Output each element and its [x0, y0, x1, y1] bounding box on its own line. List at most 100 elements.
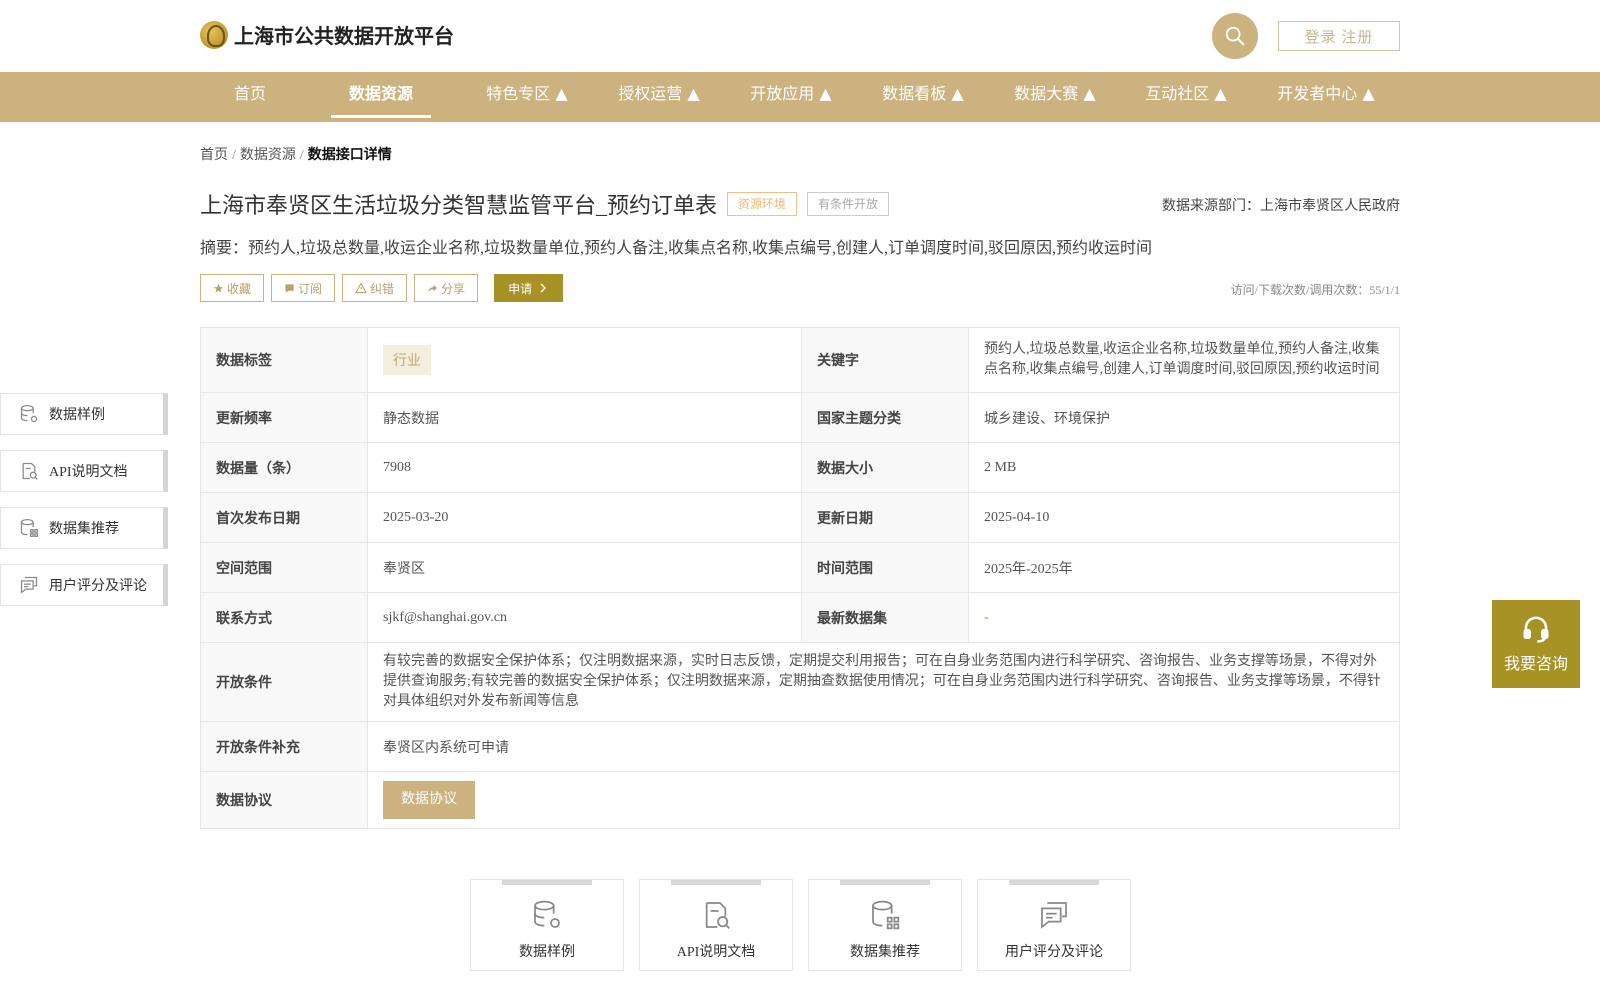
- field-key: 开放条件: [200, 642, 368, 722]
- site-title: 上海市公共数据开放平台: [234, 24, 454, 48]
- nav-item-community[interactable]: 互动社区 ▲: [1126, 72, 1246, 122]
- table-row: 数据协议 数据协议: [200, 771, 1400, 829]
- document-search-icon: [22, 462, 38, 480]
- breadcrumb-separator: /: [299, 148, 304, 163]
- field-value: 静态数据: [367, 392, 802, 443]
- consult-button[interactable]: 我要咨询: [1492, 600, 1580, 688]
- card-top-bar: [840, 880, 930, 885]
- comment-icon: [20, 576, 38, 594]
- consult-label: 我要咨询: [1503, 656, 1568, 673]
- favorite-label: 收藏: [227, 281, 252, 296]
- database-gear-icon: [534, 900, 560, 928]
- chevron-right-icon: [540, 283, 546, 293]
- breadcrumb-data-resources[interactable]: 数据资源: [240, 148, 296, 163]
- field-key: 时间范围: [801, 542, 969, 593]
- field-key: 首次发布日期: [200, 492, 368, 543]
- field-value: 2025-04-10: [968, 492, 1400, 543]
- card-dataset-recommend[interactable]: 数据集推荐: [808, 879, 962, 971]
- correct-error-button[interactable]: 纠错: [342, 274, 408, 302]
- nav-item-developer[interactable]: 开发者中心 ▲: [1258, 72, 1394, 122]
- contact-email[interactable]: sjkf@shanghai.gov.cn: [367, 592, 802, 643]
- field-value: 7908: [367, 442, 802, 493]
- card-api-doc[interactable]: API说明文档: [639, 879, 793, 971]
- table-row: 更新频率 静态数据 国家主题分类 城乡建设、环境保护: [200, 392, 1400, 443]
- database-grid-icon: [872, 900, 900, 930]
- field-key: 关键字: [801, 327, 969, 393]
- favorite-button[interactable]: 收藏: [200, 274, 265, 302]
- login-register-button[interactable]: 登录 注册: [1278, 21, 1400, 51]
- table-row: 开放条件补充 奉贤区内系统可申请: [200, 721, 1400, 772]
- field-key: 国家主题分类: [801, 392, 969, 443]
- side-nav-user-reviews[interactable]: 用户评分及评论: [0, 564, 168, 606]
- apply-label: 申请: [508, 281, 533, 296]
- comment-icon: [1041, 902, 1067, 929]
- data-protocol-button[interactable]: 数据协议: [383, 781, 475, 819]
- breadcrumb-separator: /: [232, 148, 236, 163]
- page-title: 上海市奉贤区生活垃圾分类智慧监管平台_预约订单表: [200, 193, 718, 218]
- search-button[interactable]: [1212, 13, 1258, 59]
- subscribe-icon: [285, 283, 294, 293]
- search-icon: [1225, 26, 1245, 46]
- card-label: API说明文档: [676, 945, 756, 960]
- side-nav-data-sample[interactable]: 数据样例: [0, 393, 168, 435]
- table-row: 空间范围 奉贤区 时间范围 2025年-2025年: [200, 542, 1400, 593]
- latest-dataset-link[interactable]: -: [968, 592, 1400, 643]
- star-icon: [213, 283, 224, 293]
- table-row: 开放条件 有较完善的数据安全保护体系；仅注明数据来源，实时日志反馈，定期提交利用…: [200, 642, 1400, 722]
- visit-stats: 访问/下载次数/调用次数：55/1/1: [1230, 283, 1400, 297]
- card-label: 用户评分及评论: [1005, 945, 1103, 960]
- subscribe-button[interactable]: 订阅: [271, 274, 336, 302]
- site-logo[interactable]: 上海市公共数据开放平台: [200, 20, 454, 49]
- field-key: 最新数据集: [801, 592, 969, 643]
- table-row: 数据标签 行业 关键字 预约人,垃圾总数量,收运企业名称,垃圾数量单位,预约人备…: [200, 327, 1400, 393]
- side-nav-api-doc[interactable]: API说明文档: [0, 450, 168, 492]
- field-key: 数据大小: [801, 442, 969, 493]
- card-top-bar: [1009, 880, 1099, 885]
- card-label: 数据样例: [519, 945, 575, 960]
- headset-icon: [1523, 616, 1549, 643]
- side-nav-label: 用户评分及评论: [49, 579, 147, 594]
- field-key: 开放条件补充: [200, 721, 368, 772]
- field-key: 数据标签: [200, 327, 368, 393]
- card-label: 数据集推荐: [850, 945, 920, 960]
- nav-item-featured[interactable]: 特色专区 ▲: [467, 72, 587, 122]
- warning-icon: [355, 282, 367, 293]
- field-key: 更新频率: [200, 392, 368, 443]
- nav-item-home[interactable]: 首页: [205, 72, 295, 122]
- field-value: 行业: [367, 327, 802, 393]
- share-button[interactable]: 分享: [414, 274, 479, 302]
- side-nav-dataset-recommend[interactable]: 数据集推荐: [0, 507, 168, 549]
- field-key: 联系方式: [200, 592, 368, 643]
- field-value: 2025年-2025年: [968, 542, 1400, 593]
- nav-item-competition[interactable]: 数据大赛 ▲: [995, 72, 1115, 122]
- breadcrumb-home[interactable]: 首页: [200, 148, 228, 163]
- card-top-bar: [671, 880, 761, 885]
- table-row: 联系方式 sjkf@shanghai.gov.cn 最新数据集 -: [200, 592, 1400, 643]
- nav-item-data-resources[interactable]: 数据资源: [331, 72, 431, 122]
- field-value: 城乡建设、环境保护: [968, 392, 1400, 443]
- source-department: 数据来源部门：上海市奉贤区人民政府: [1162, 199, 1400, 214]
- side-nav-label: 数据集推荐: [49, 522, 119, 537]
- apply-button[interactable]: 申请: [494, 274, 564, 302]
- nav-item-open-apps[interactable]: 开放应用 ▲: [731, 72, 851, 122]
- main-nav: 首页 数据资源 特色专区 ▲ 授权运营 ▲ 开放应用 ▲ 数据看板 ▲ 数据大赛…: [0, 72, 1600, 122]
- side-nav-label: API说明文档: [49, 465, 128, 480]
- logo-emblem-icon: [200, 20, 228, 49]
- document-search-icon: [705, 902, 730, 929]
- share-icon: [427, 284, 438, 293]
- field-value: 2 MB: [968, 442, 1400, 493]
- breadcrumb: 首页 / 数据资源 / 数据接口详情: [200, 144, 392, 164]
- industry-tag[interactable]: 行业: [383, 345, 431, 375]
- action-bar: 收藏 订阅 纠错 分享 申请: [200, 274, 564, 302]
- nav-item-authorized-ops[interactable]: 授权运营 ▲: [599, 72, 719, 122]
- nav-item-dashboard[interactable]: 数据看板 ▲: [863, 72, 983, 122]
- category-tag: 资源环境: [727, 192, 798, 216]
- open-type-tag: 有条件开放: [807, 192, 890, 216]
- field-value: 预约人,垃圾总数量,收运企业名称,垃圾数量单位,预约人备注,收集点名称,收集点编…: [968, 327, 1400, 393]
- correct-error-label: 纠错: [370, 281, 395, 296]
- card-data-sample[interactable]: 数据样例: [470, 879, 624, 971]
- field-value: 2025-03-20: [367, 492, 802, 543]
- share-label: 分享: [441, 281, 466, 296]
- card-user-reviews[interactable]: 用户评分及评论: [977, 879, 1131, 971]
- field-key: 更新日期: [801, 492, 969, 543]
